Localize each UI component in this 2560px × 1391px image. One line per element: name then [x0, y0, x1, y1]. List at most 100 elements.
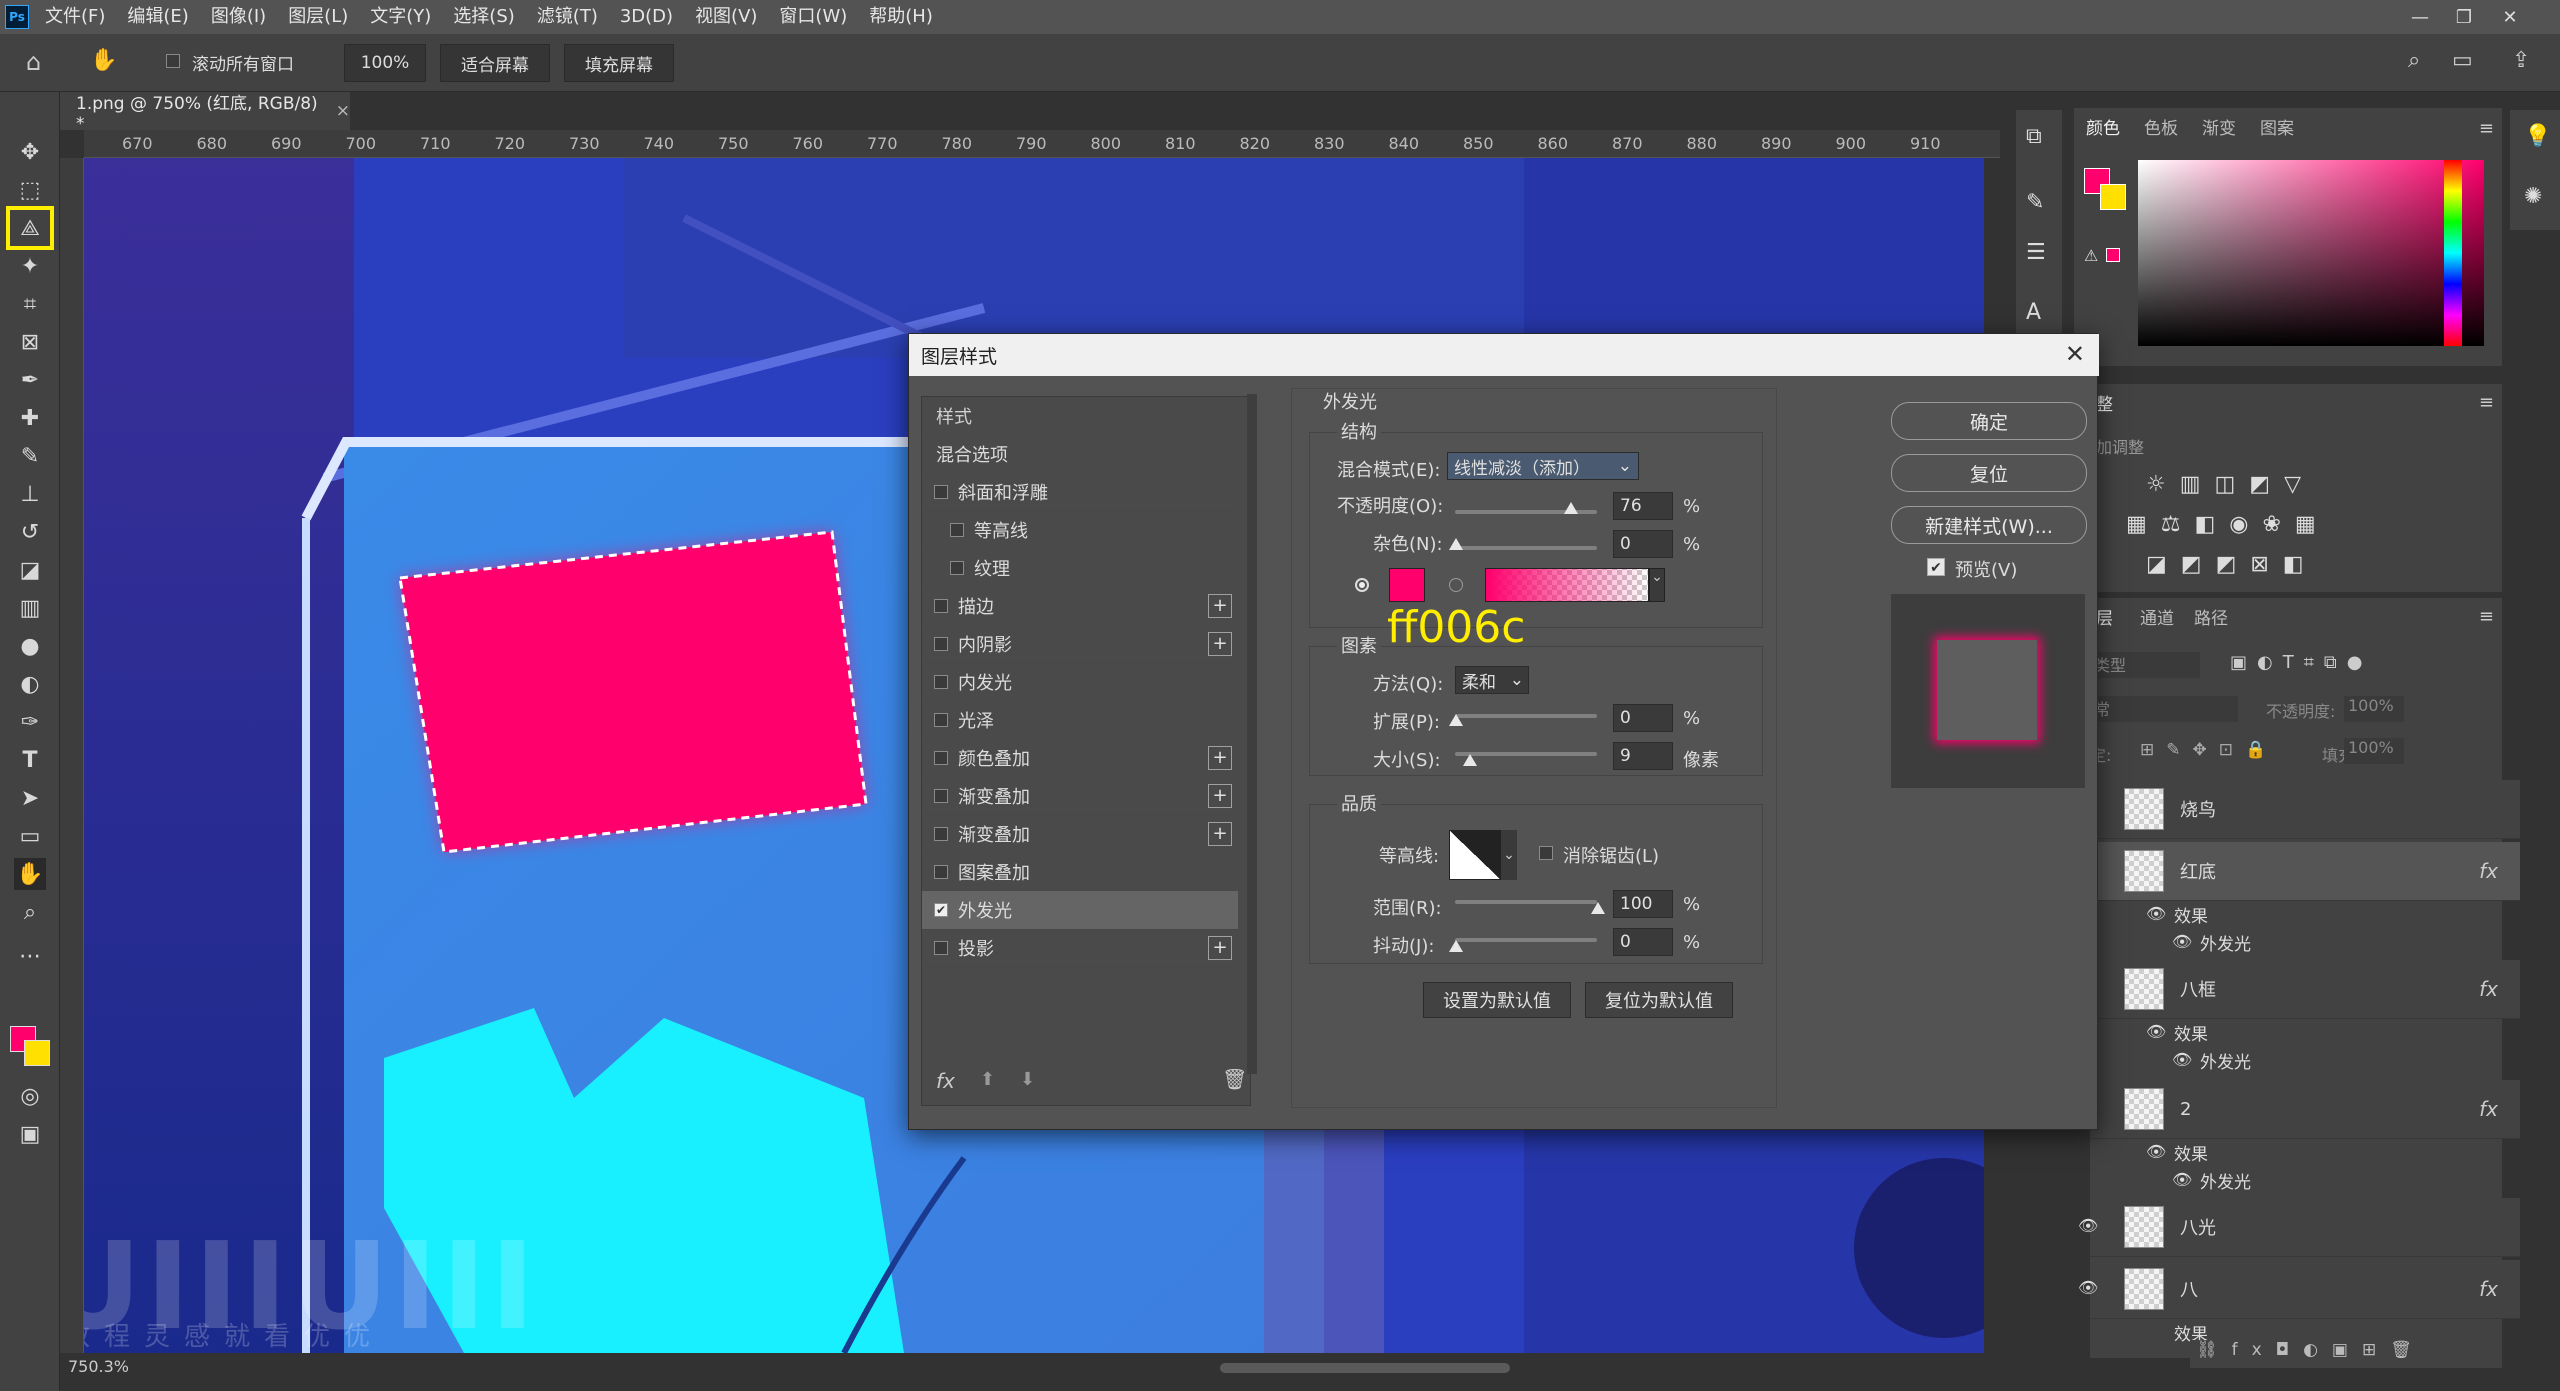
menu-image[interactable]: 图像(I) — [200, 0, 277, 34]
blend-mode-select[interactable]: 常 — [2090, 696, 2238, 722]
path-selection-tool-icon[interactable]: ➤ — [14, 782, 46, 814]
search-icon[interactable]: ⌕ — [2408, 48, 2438, 78]
panel-menu-icon[interactable]: ≡ — [2479, 118, 2494, 139]
size-input[interactable]: 9 — [1613, 742, 1673, 770]
layer-row-selected[interactable]: 红底 fx — [2090, 842, 2520, 901]
layer-row[interactable]: 烧鸟 — [2090, 780, 2520, 839]
style-item-checkbox[interactable]: ✔ — [934, 903, 948, 917]
stamp-tool-icon[interactable]: ⊥ — [14, 478, 46, 510]
layer-row[interactable]: 八框 fx — [2090, 960, 2520, 1019]
style-item[interactable]: 图案叠加 — [922, 853, 1238, 892]
noise-slider-track[interactable] — [1455, 546, 1597, 550]
style-item-checkbox[interactable] — [934, 751, 948, 765]
range-input[interactable]: 100 — [1613, 890, 1673, 918]
size-slider-knob[interactable] — [1463, 754, 1477, 766]
style-item-checkbox[interactable] — [934, 827, 948, 841]
document-tab[interactable]: 1.png @ 750% (红底, RGB/8) * × — [60, 92, 350, 134]
workspace-icon[interactable]: ▭ — [2452, 48, 2482, 78]
spread-slider-track[interactable] — [1455, 714, 1597, 718]
tab-paths[interactable]: 路径 — [2194, 598, 2228, 634]
adjustment-icons-row-2[interactable]: ▦⚖◧◉❀▦ — [2126, 512, 2330, 537]
background-color-swatch[interactable] — [24, 1040, 50, 1066]
technique-dropdown[interactable]: 柔和 ⌄ — [1455, 666, 1529, 694]
style-item-checkbox[interactable] — [950, 523, 964, 537]
layers-menu-icon[interactable]: ≡ — [2479, 606, 2494, 627]
contour-dropdown-icon[interactable]: ⌄ — [1501, 830, 1517, 880]
layer-filter-select[interactable]: 类型 — [2090, 652, 2200, 678]
tab-channels[interactable]: 通道 — [2140, 598, 2174, 634]
noise-slider-knob[interactable] — [1449, 538, 1463, 550]
style-item[interactable]: 渐变叠加 + — [922, 815, 1238, 854]
blend-options-item[interactable]: 混合选项 — [922, 435, 1252, 474]
layer-fx-icon[interactable]: fx — [2479, 1097, 2498, 1121]
dodge-tool-icon[interactable]: ◐ — [14, 668, 46, 700]
add-style-instance-icon[interactable]: + — [1208, 746, 1232, 770]
spread-slider-knob[interactable] — [1449, 714, 1463, 726]
layer-fx-icon[interactable]: fx — [2479, 859, 2498, 883]
opacity-slider-knob[interactable] — [1564, 502, 1578, 514]
add-style-fx-button[interactable]: fx — [936, 1069, 955, 1093]
layer-fx-icon[interactable]: fx — [2479, 1277, 2498, 1301]
gamut-warning-icon[interactable]: ⚠ — [2084, 246, 2098, 265]
styles-scrollbar[interactable] — [1247, 394, 1257, 1074]
menu-edit[interactable]: 编辑(E) — [116, 0, 199, 34]
menu-filter[interactable]: 滤镜(T) — [526, 0, 609, 34]
zoom-100-button[interactable]: 100% — [344, 44, 426, 82]
tab-pattern[interactable]: 图案 — [2260, 108, 2294, 144]
tab-color[interactable]: 颜色 — [2086, 108, 2120, 144]
eye-icon[interactable]: 👁 — [2146, 1022, 2166, 1041]
style-item[interactable]: 纹理 — [922, 549, 1238, 588]
new-style-button[interactable]: 新建样式(W)... — [1891, 506, 2087, 544]
reset-default-button[interactable]: 复位为默认值 — [1585, 982, 1733, 1018]
layer-row[interactable]: 2 fx — [2090, 1080, 2520, 1139]
tab-layers[interactable]: 层 — [2096, 598, 2113, 634]
solid-color-radio[interactable] — [1355, 578, 1369, 592]
menu-window[interactable]: 窗口(W) — [768, 0, 858, 34]
style-item[interactable]: 光泽 — [922, 701, 1238, 740]
style-item[interactable]: 内发光 — [922, 663, 1238, 702]
rectangle-tool-icon[interactable]: ▭ — [14, 820, 46, 852]
adjustment-icons-row-3[interactable]: ◪◩◩⊠◧ — [2146, 552, 2318, 577]
gradient-radio[interactable] — [1449, 578, 1463, 592]
adjustments-icon[interactable]: ☰ — [2026, 240, 2046, 265]
history-brush-tool-icon[interactable]: ↺ — [14, 516, 46, 548]
scroll-all-checkbox[interactable] — [166, 54, 180, 68]
noise-input[interactable]: 0 — [1613, 530, 1673, 558]
style-item[interactable]: 等高线 — [922, 511, 1238, 550]
spread-input[interactable]: 0 — [1613, 704, 1673, 732]
menu-file[interactable]: 文件(F) — [34, 0, 116, 34]
add-style-instance-icon[interactable]: + — [1208, 594, 1232, 618]
add-style-instance-icon[interactable]: + — [1208, 822, 1232, 846]
style-item-checkbox[interactable] — [934, 485, 948, 499]
marquee-tool-icon[interactable]: ⬚ — [14, 174, 46, 206]
polygonal-lasso-tool-icon[interactable]: ⟁ — [14, 212, 46, 244]
layers-footer-icons[interactable]: ⛓fx◘◐▣⊞🗑 — [2190, 1340, 2502, 1368]
style-item[interactable]: 斜面和浮雕 — [922, 473, 1238, 512]
opacity-input[interactable]: 100% — [2344, 696, 2404, 722]
style-item-checkbox[interactable] — [934, 637, 948, 651]
contour-picker[interactable] — [1449, 830, 1501, 880]
fill-screen-button[interactable]: 填充屏幕 — [564, 44, 674, 82]
set-default-button[interactable]: 设置为默认值 — [1423, 982, 1571, 1018]
move-tool-icon[interactable]: ✥ — [14, 136, 46, 168]
preview-checkbox[interactable]: ✔ — [1927, 558, 1945, 576]
move-down-icon[interactable]: ⬇ — [1020, 1069, 1035, 1090]
photoshop-logo-icon[interactable]: Ps — [0, 0, 34, 34]
screen-mode-icon[interactable]: ▣ — [14, 1118, 46, 1150]
add-style-instance-icon[interactable]: + — [1208, 632, 1232, 656]
range-slider-track[interactable] — [1455, 900, 1597, 904]
gradient-dropdown-icon[interactable]: ⌄ — [1649, 568, 1665, 602]
fill-input[interactable]: 100% — [2344, 738, 2404, 764]
menu-layer[interactable]: 图层(L) — [277, 0, 359, 34]
menu-help[interactable]: 帮助(H) — [858, 0, 944, 34]
tab-gradient[interactable]: 渐变 — [2202, 108, 2236, 144]
share-icon[interactable]: ⇪ — [2512, 48, 2542, 78]
close-window-icon[interactable]: ✕ — [2490, 0, 2530, 34]
eye-icon[interactable]: 👁 — [2172, 932, 2192, 951]
minimize-icon[interactable]: — — [2400, 0, 2440, 34]
jitter-slider-knob[interactable] — [1449, 940, 1463, 952]
character-panel-icon[interactable]: A — [2026, 300, 2041, 325]
eye-icon[interactable]: 👁 — [2172, 1050, 2192, 1069]
eye-icon[interactable]: 👁 — [2146, 1142, 2166, 1161]
add-style-instance-icon[interactable]: + — [1208, 784, 1232, 808]
